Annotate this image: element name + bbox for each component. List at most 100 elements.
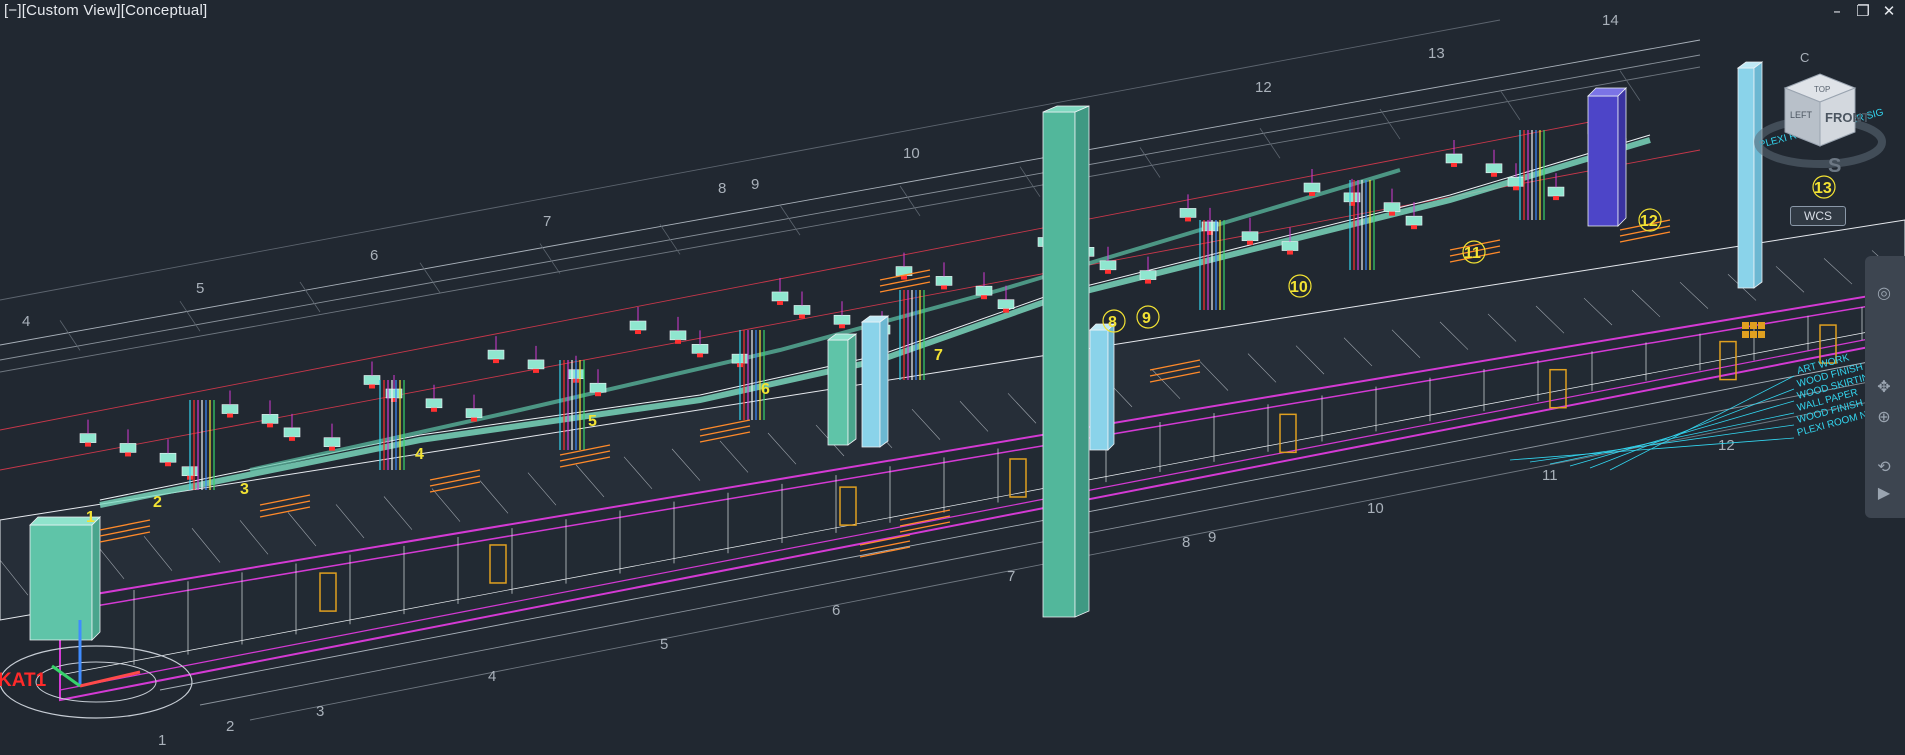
ucs-label: KAT1 bbox=[0, 670, 47, 691]
grid-tick bbox=[1019, 166, 1041, 197]
grid-label-far-right: 12 bbox=[1718, 437, 1735, 454]
steering-wheel-icon[interactable]: ◎ bbox=[1873, 282, 1895, 304]
column-front bbox=[29, 524, 93, 641]
guide-line bbox=[0, 19, 1501, 301]
column-front bbox=[1587, 95, 1619, 227]
hvac-unit bbox=[1507, 176, 1525, 187]
column-front bbox=[1042, 111, 1076, 618]
unit-connector bbox=[1185, 217, 1191, 222]
hvac-unit bbox=[323, 437, 341, 447]
grid-label-bottom: 4 bbox=[488, 668, 496, 685]
hvac-unit bbox=[975, 285, 993, 296]
hvac-unit bbox=[1547, 186, 1565, 197]
hvac-unit bbox=[527, 359, 545, 370]
grid-label-top: 4 bbox=[22, 313, 30, 330]
model-viewport[interactable]: 45678 91012131412345678 9101112C 12345678 9… bbox=[0, 0, 1905, 755]
annotation-text bbox=[1619, 231, 1671, 243]
hvac-unit bbox=[1445, 153, 1463, 164]
viewcube-front-face[interactable]: FRONT bbox=[1825, 110, 1870, 125]
art-panel bbox=[1742, 331, 1749, 338]
showmotion-icon[interactable]: ▶ bbox=[1873, 482, 1895, 504]
room-marker: 1 bbox=[86, 509, 95, 526]
legend-leader bbox=[1529, 424, 1795, 463]
hvac-unit bbox=[363, 375, 381, 385]
hvac-unit bbox=[159, 452, 177, 463]
hvac-unit bbox=[629, 320, 647, 331]
unit-connector bbox=[471, 417, 477, 422]
annotation-text bbox=[859, 546, 911, 558]
art-panel bbox=[1758, 331, 1765, 338]
grid-label-top: 10 bbox=[903, 145, 920, 162]
grid-label-top: 9 bbox=[751, 176, 759, 193]
grid-label-top: 13 bbox=[1428, 45, 1445, 62]
annotation-text bbox=[879, 281, 931, 293]
grid-label-top: 7 bbox=[543, 213, 551, 230]
orbit-icon[interactable]: ⟲ bbox=[1873, 456, 1895, 478]
column-front bbox=[861, 321, 881, 448]
unit-connector bbox=[981, 295, 987, 300]
unit-connector bbox=[1389, 211, 1395, 216]
unit-connector bbox=[1003, 308, 1009, 313]
column-front bbox=[827, 339, 849, 446]
unit-connector bbox=[85, 442, 91, 447]
hvac-unit bbox=[669, 330, 687, 341]
column-side bbox=[879, 315, 889, 448]
column-side bbox=[91, 516, 101, 641]
hvac-unit bbox=[283, 427, 301, 438]
grid-label-top: 12 bbox=[1255, 79, 1272, 96]
compass-south[interactable]: S bbox=[1828, 155, 1841, 177]
grid-label-bottom: 11 bbox=[1542, 467, 1558, 484]
grid-tick bbox=[59, 320, 81, 351]
unit-connector bbox=[675, 339, 681, 344]
zoom-icon[interactable]: ⊕ bbox=[1873, 406, 1895, 428]
hvac-unit bbox=[1383, 202, 1401, 212]
hvac-unit bbox=[1281, 241, 1299, 251]
art-panel bbox=[1750, 331, 1757, 338]
grid-label-bottom: 7 bbox=[1007, 568, 1015, 585]
room-marker: 6 bbox=[761, 381, 770, 398]
navigation-bar: ◎ ✥ ⊕ ⟲ ▶ bbox=[1865, 256, 1905, 518]
viewcube-top-face[interactable]: TOP bbox=[1814, 85, 1830, 94]
grid-label-top: 8 bbox=[718, 180, 726, 197]
hvac-unit bbox=[1139, 270, 1157, 280]
legend-leader bbox=[1509, 437, 1795, 461]
column-side bbox=[847, 333, 857, 446]
viewcube-left-face[interactable]: LEFT bbox=[1790, 110, 1813, 120]
hvac-unit bbox=[425, 398, 443, 409]
grid-tick bbox=[179, 300, 201, 332]
hvac-unit bbox=[1303, 182, 1321, 193]
grid-tick bbox=[899, 185, 921, 217]
slab-surface bbox=[0, 219, 1905, 621]
grid-label-bottom: 8 bbox=[1182, 534, 1190, 551]
grid-tick bbox=[539, 243, 561, 274]
grid-label-bottom: 10 bbox=[1367, 500, 1384, 517]
unit-connector bbox=[369, 384, 375, 389]
unit-connector bbox=[1287, 250, 1293, 255]
hvac-unit bbox=[1405, 215, 1423, 226]
hvac-unit bbox=[487, 349, 505, 360]
hvac-unit bbox=[1179, 208, 1197, 218]
room-marker: 9 bbox=[1142, 310, 1151, 327]
art-panel bbox=[1750, 322, 1757, 329]
grid-label-bottom: 6 bbox=[832, 602, 840, 619]
hvac-unit bbox=[261, 414, 279, 424]
unit-connector bbox=[635, 330, 641, 335]
wcs-menu[interactable]: WCS bbox=[1790, 206, 1846, 226]
unit-connector bbox=[267, 423, 273, 428]
unit-connector bbox=[533, 368, 539, 373]
grid-tick bbox=[659, 224, 681, 255]
hvac-unit bbox=[997, 299, 1015, 309]
unit-connector bbox=[1491, 172, 1497, 177]
pan-icon[interactable]: ✥ bbox=[1873, 376, 1895, 398]
unit-connector bbox=[1451, 162, 1457, 167]
unit-connector bbox=[431, 407, 437, 412]
hvac-unit bbox=[589, 382, 607, 393]
room-marker: 11 bbox=[1464, 245, 1481, 262]
hvac-unit bbox=[465, 408, 483, 418]
art-panel bbox=[1742, 322, 1749, 329]
unit-connector bbox=[493, 359, 499, 364]
grid-label-bottom: 9 bbox=[1208, 529, 1216, 546]
art-panel bbox=[1758, 322, 1765, 329]
room-marker: 8 bbox=[1108, 314, 1117, 331]
unit-connector bbox=[1247, 240, 1253, 245]
